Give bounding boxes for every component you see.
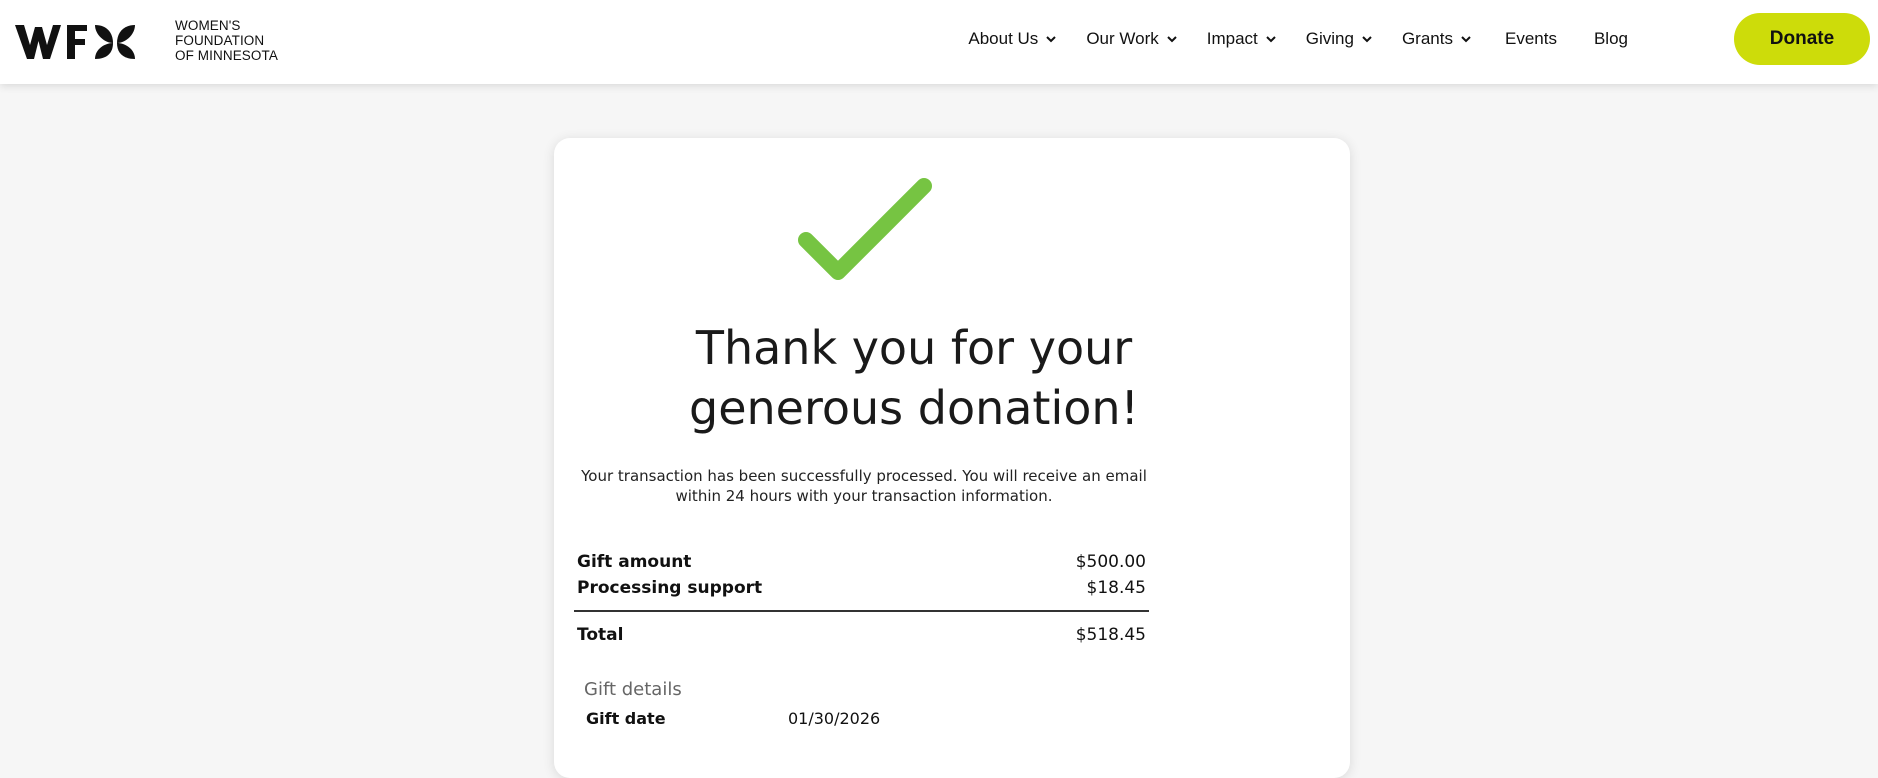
thank-you-heading: Thank you for your generous donation! (614, 318, 1214, 438)
chevron-down-icon (1046, 36, 1057, 43)
nav-label: Grants (1401, 29, 1453, 48)
heading-line: Thank you for your (695, 321, 1133, 375)
gift-amount-row: Gift amount $500.00 (574, 549, 1149, 575)
gift-date-row: Gift date 01/30/2026 (586, 709, 880, 728)
nav-label: Our Work (1086, 29, 1159, 48)
nav-impact[interactable]: Impact (1207, 29, 1277, 49)
payment-summary: Gift amount $500.00 Processing support $… (574, 549, 1149, 648)
chevron-down-icon (1461, 36, 1471, 43)
main-nav: About Us Our Work Impact Giving Grants E… (939, 0, 1628, 78)
nav-events[interactable]: Events (1505, 29, 1557, 49)
chevron-down-icon (1266, 36, 1276, 43)
heading-line: generous donation! (689, 381, 1139, 435)
logo-line: OF MINNESOTA (175, 48, 278, 63)
logo-wordmark: WOMEN'S FOUNDATION OF MINNESOTA (175, 18, 278, 63)
gift-amount-value: $500.00 (1075, 552, 1146, 572)
confirmation-message: Your transaction has been successfully p… (574, 466, 1154, 506)
message-line: within 24 hours with your transaction in… (675, 487, 1053, 505)
nav-label: About Us (968, 29, 1039, 48)
wfm-logo-mark (15, 24, 135, 59)
total-value: $518.45 (1075, 625, 1146, 645)
nav-label: Giving (1305, 29, 1354, 48)
wfm-logo[interactable]: WOMEN'S FOUNDATION OF MINNESOTA (15, 18, 278, 63)
nav-our-work[interactable]: Our Work (1086, 29, 1177, 49)
nav-giving[interactable]: Giving (1306, 29, 1373, 49)
nav-blog[interactable]: Blog (1594, 29, 1628, 49)
nav-grants[interactable]: Grants (1402, 29, 1472, 49)
gift-amount-label: Gift amount (577, 552, 692, 572)
gift-date-label: Gift date (586, 709, 666, 728)
nav-label: Blog (1593, 29, 1628, 48)
checkmark-icon (798, 178, 932, 280)
logo-line: FOUNDATION (175, 33, 265, 48)
chevron-down-icon (1167, 36, 1177, 43)
summary-divider (574, 610, 1149, 612)
donate-button[interactable]: Donate (1734, 13, 1870, 65)
processing-support-row: Processing support $18.45 (574, 575, 1149, 601)
confirmation-card: Thank you for your generous donation! Yo… (554, 138, 1350, 778)
processing-support-value: $18.45 (1086, 578, 1146, 598)
message-line: Your transaction has been successfully p… (581, 467, 1147, 485)
processing-support-label: Processing support (577, 578, 763, 598)
site-header: WOMEN'S FOUNDATION OF MINNESOTA About Us… (0, 0, 1878, 84)
logo-line: WOMEN'S (175, 18, 241, 33)
chevron-down-icon (1362, 36, 1372, 43)
gift-date-value: 01/30/2026 (788, 709, 881, 728)
total-label: Total (577, 625, 624, 645)
nav-label: Impact (1206, 29, 1258, 48)
total-row: Total $518.45 (574, 622, 1149, 648)
gift-details-title: Gift details (584, 679, 682, 700)
nav-label: Events (1504, 29, 1557, 48)
nav-about-us[interactable]: About Us (968, 29, 1057, 49)
